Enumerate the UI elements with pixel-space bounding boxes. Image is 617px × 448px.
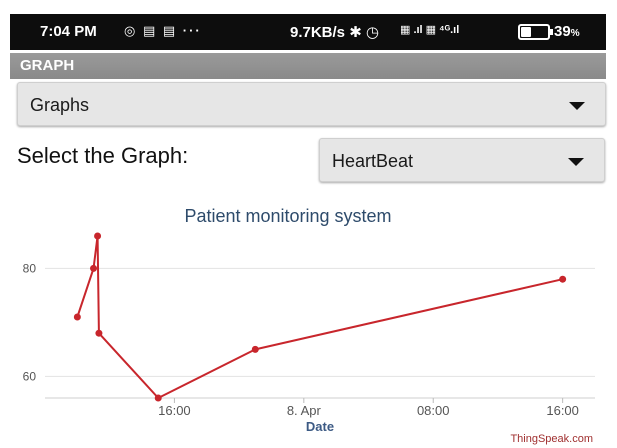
series-line bbox=[76, 235, 563, 399]
data-point bbox=[559, 275, 567, 283]
data-point bbox=[73, 313, 81, 321]
status-bar: 7:04 PM ◎ ▤ ▤ ··· 9.7KB/s ✱ ◷ ▦ .ıl ▦ ⁴ᴳ… bbox=[10, 14, 606, 50]
data-point bbox=[94, 232, 102, 240]
battery-indicator: 39% bbox=[518, 23, 580, 41]
app-title-bar: GRAPH bbox=[10, 53, 606, 79]
y-tick-label: 80 bbox=[23, 261, 37, 275]
network-speed: 9.7KB/s ✱ ◷ bbox=[290, 24, 380, 41]
x-tick-label: 8. Apr bbox=[287, 403, 322, 418]
x-tick-label: 16:00 bbox=[158, 403, 191, 418]
x-tick-label: 16:00 bbox=[546, 403, 579, 418]
graph-type-dropdown[interactable]: HeartBeat bbox=[319, 138, 605, 182]
clock: 7:04 PM bbox=[40, 23, 97, 40]
graphs-dropdown-value: Graphs bbox=[30, 95, 90, 115]
battery-level: 39 bbox=[554, 23, 571, 40]
app-title: GRAPH bbox=[20, 57, 75, 74]
notification-icons: ◎ ▤ ▤ ··· bbox=[124, 23, 202, 38]
battery-icon bbox=[518, 24, 553, 41]
data-point bbox=[95, 329, 103, 337]
data-point bbox=[154, 394, 162, 402]
data-point bbox=[90, 264, 98, 272]
chevron-down-icon bbox=[569, 102, 585, 110]
x-axis-label: Date bbox=[306, 419, 334, 434]
graphs-dropdown[interactable]: Graphs bbox=[17, 82, 606, 126]
x-tick-label: 08:00 bbox=[417, 403, 450, 418]
select-graph-label: Select the Graph: bbox=[17, 143, 189, 168]
data-point bbox=[251, 345, 259, 353]
heartbeat-chart: 60 80 16:00 8. Apr 08:00 16:00 Date bbox=[23, 232, 595, 434]
chart-title: Patient monitoring system bbox=[184, 206, 392, 226]
chevron-down-icon bbox=[568, 158, 584, 166]
signal-icons: ▦ .ıl ▦ ⁴ᴳ.ıl bbox=[400, 24, 460, 36]
graph-type-value: HeartBeat bbox=[332, 151, 414, 171]
thingspeak-watermark[interactable]: ThingSpeak.com bbox=[510, 433, 593, 445]
battery-suffix: % bbox=[570, 28, 580, 39]
y-tick-label: 60 bbox=[23, 369, 37, 383]
